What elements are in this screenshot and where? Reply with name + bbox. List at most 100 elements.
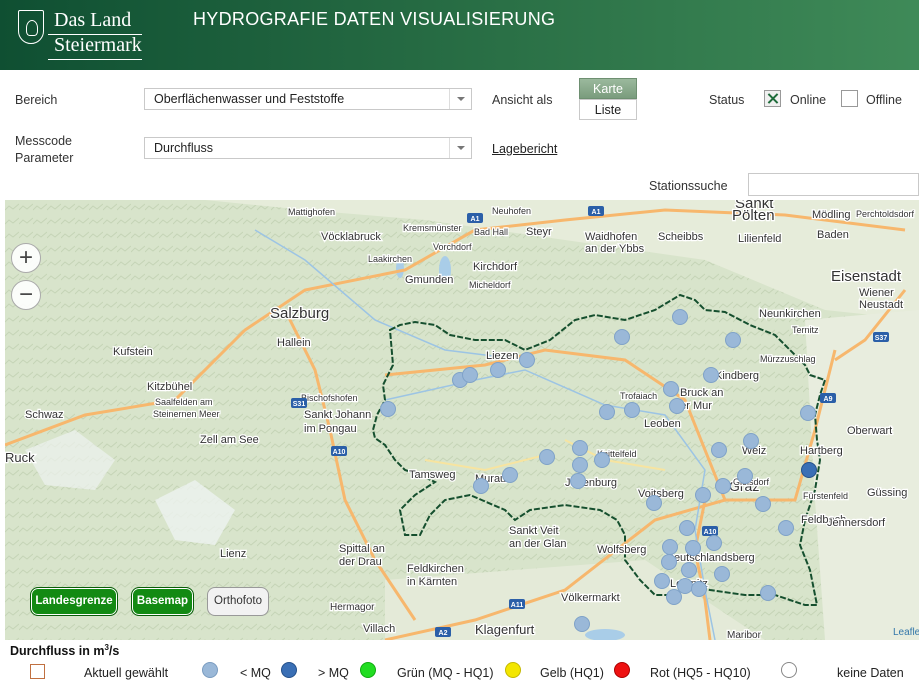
place-label: Ruck bbox=[5, 450, 35, 465]
station-marker[interactable] bbox=[725, 332, 741, 348]
svg-text:S37: S37 bbox=[875, 335, 888, 342]
app-title: HYDROGRAFIE DATEN VISUALISIERUNG bbox=[193, 9, 556, 29]
place-label: im Pongau bbox=[304, 423, 357, 435]
station-marker[interactable] bbox=[572, 440, 588, 456]
road-shield: A10 bbox=[331, 446, 347, 456]
basemap-button[interactable]: Basemap bbox=[131, 587, 194, 616]
place-label: Vorchdorf bbox=[433, 242, 472, 252]
station-marker[interactable] bbox=[661, 554, 677, 570]
place-label: Hartberg bbox=[800, 445, 843, 457]
station-marker[interactable] bbox=[800, 405, 816, 421]
orthofoto-button[interactable]: Orthofoto bbox=[207, 587, 269, 616]
legend-current-square bbox=[30, 664, 45, 679]
station-marker[interactable] bbox=[574, 616, 590, 632]
station-marker[interactable] bbox=[737, 468, 753, 484]
offline-checkbox[interactable] bbox=[841, 90, 858, 107]
station-marker[interactable] bbox=[473, 478, 489, 494]
place-label: Vöcklabruck bbox=[321, 231, 381, 243]
svg-text:A10: A10 bbox=[704, 529, 717, 536]
station-marker[interactable] bbox=[599, 404, 615, 420]
station-marker[interactable] bbox=[572, 457, 588, 473]
bereich-label: Bereich bbox=[15, 93, 58, 107]
station-marker[interactable] bbox=[646, 495, 662, 511]
station-marker[interactable] bbox=[715, 478, 731, 494]
station-marker[interactable] bbox=[714, 566, 730, 582]
station-marker[interactable] bbox=[594, 452, 610, 468]
landesgrenze-button[interactable]: Landesgrenze bbox=[30, 587, 118, 616]
view-karte-button[interactable]: Karte bbox=[579, 78, 637, 99]
place-label: Sankt Johann bbox=[304, 409, 371, 421]
station-marker[interactable] bbox=[570, 473, 586, 489]
place-label: Laakirchen bbox=[368, 254, 412, 264]
station-marker[interactable] bbox=[519, 352, 535, 368]
place-label: Mürzzuschlag bbox=[760, 354, 816, 364]
place-label: Jennersdorf bbox=[827, 517, 886, 529]
place-label: Perchtoldsdorf bbox=[856, 209, 915, 219]
leaflet-attribution-link[interactable]: Leaflet bbox=[893, 627, 919, 638]
svg-text:A11: A11 bbox=[511, 602, 524, 609]
station-marker[interactable] bbox=[539, 449, 555, 465]
station-marker[interactable] bbox=[666, 589, 682, 605]
view-liste-button[interactable]: Liste bbox=[579, 99, 637, 120]
stationssuche-input[interactable] bbox=[748, 173, 919, 196]
station-marker[interactable] bbox=[654, 573, 670, 589]
road-shield: S31 bbox=[291, 398, 307, 408]
station-marker[interactable] bbox=[490, 362, 506, 378]
station-marker[interactable] bbox=[624, 402, 640, 418]
station-marker[interactable] bbox=[743, 433, 759, 449]
bereich-select-value: Oberflächenwasser und Feststoffe bbox=[154, 92, 345, 106]
stationssuche-label: Stationssuche bbox=[649, 179, 728, 193]
station-marker[interactable] bbox=[711, 442, 727, 458]
place-label: Saalfelden am bbox=[155, 397, 213, 407]
place-label: Lilienfeld bbox=[738, 233, 781, 245]
logo-text-line2: Steiermark bbox=[54, 34, 142, 56]
legend-gt-mq-dot bbox=[281, 662, 297, 678]
station-marker[interactable] bbox=[760, 585, 776, 601]
station-marker[interactable] bbox=[462, 367, 478, 383]
place-label: Völkermarkt bbox=[561, 592, 620, 604]
legend-title: Durchfluss in m3/s bbox=[10, 643, 119, 658]
legend-rot-label: Rot (HQ5 - HQ10) bbox=[650, 666, 751, 680]
zoom-in-button[interactable]: + bbox=[11, 243, 41, 273]
station-marker[interactable] bbox=[681, 562, 697, 578]
station-marker[interactable] bbox=[614, 329, 630, 345]
bereich-select[interactable]: Oberflächenwasser und Feststoffe bbox=[144, 88, 472, 110]
station-marker[interactable] bbox=[672, 309, 688, 325]
steiermark-logo[interactable]: Das Land Steiermark bbox=[18, 8, 142, 60]
station-marker[interactable] bbox=[662, 539, 678, 555]
lagebericht-link[interactable]: Lagebericht bbox=[492, 142, 557, 156]
online-label: Online bbox=[790, 93, 827, 107]
station-marker[interactable] bbox=[669, 398, 685, 414]
place-label: Fürstenfeld bbox=[803, 491, 848, 501]
place-label: Deutschlandsberg bbox=[666, 552, 755, 564]
place-label: Steyr bbox=[526, 226, 552, 238]
place-label: Maribor bbox=[727, 630, 762, 640]
logo-text-line1: Das Land bbox=[54, 9, 132, 31]
station-marker[interactable] bbox=[677, 578, 693, 594]
station-marker[interactable] bbox=[663, 381, 679, 397]
place-label: an der Ybbs bbox=[585, 243, 645, 255]
place-label: Kremsmünster bbox=[403, 223, 462, 233]
station-marker[interactable] bbox=[801, 462, 817, 478]
zoom-out-button[interactable]: − bbox=[11, 280, 41, 310]
station-marker[interactable] bbox=[703, 367, 719, 383]
station-marker[interactable] bbox=[695, 487, 711, 503]
station-marker[interactable] bbox=[706, 535, 722, 551]
station-marker[interactable] bbox=[685, 540, 701, 556]
station-marker[interactable] bbox=[755, 496, 771, 512]
station-marker[interactable] bbox=[778, 520, 794, 536]
station-marker[interactable] bbox=[502, 467, 518, 483]
station-marker[interactable] bbox=[380, 401, 396, 417]
place-label: Bruck an bbox=[680, 387, 723, 399]
place-label: Pölten bbox=[732, 207, 775, 224]
place-label: Kufstein bbox=[113, 346, 153, 358]
road-shield: A1 bbox=[467, 213, 483, 223]
station-marker[interactable] bbox=[679, 520, 695, 536]
legend-gelb-dot bbox=[505, 662, 521, 678]
map-view[interactable]: Salzburg Hallein Kufstein Kitzbühel Saalfeld… bbox=[5, 200, 919, 640]
station-marker[interactable] bbox=[691, 581, 707, 597]
place-label: Zell am See bbox=[200, 434, 259, 446]
online-checkbox[interactable] bbox=[764, 90, 781, 107]
map-canvas[interactable]: Salzburg Hallein Kufstein Kitzbühel Saalfeld… bbox=[5, 200, 919, 640]
parameter-select[interactable]: Durchfluss bbox=[144, 137, 472, 159]
